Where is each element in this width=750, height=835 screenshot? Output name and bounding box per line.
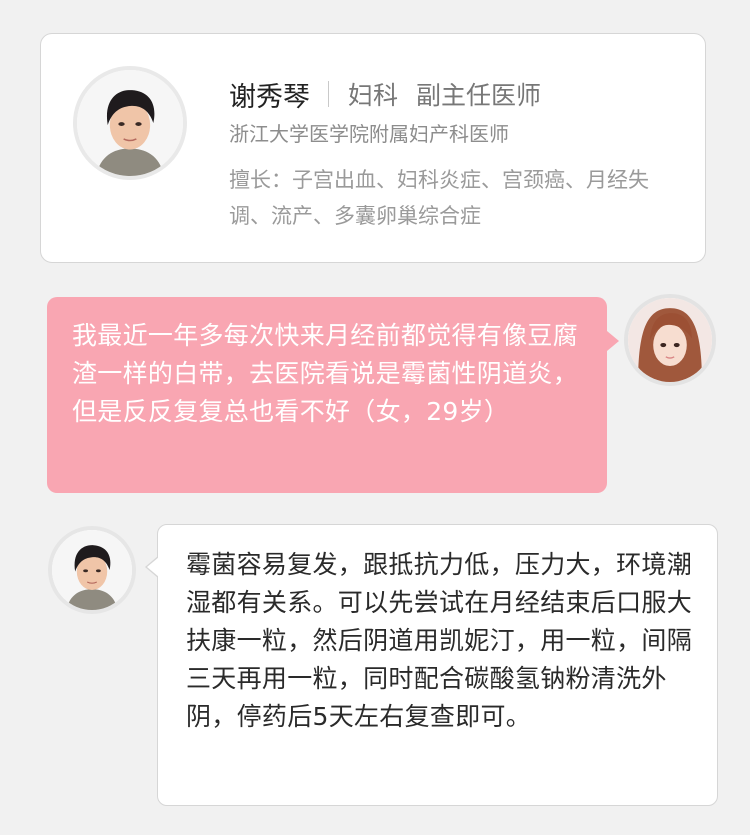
question-bubble: 我最近一年多每次快来月经前都觉得有像豆腐渣一样的白带，去医院看说是霉菌性阴道炎，…: [47, 297, 619, 493]
user-portrait-icon: [628, 298, 712, 382]
question-text: 我最近一年多每次快来月经前都觉得有像豆腐渣一样的白带，去医院看说是霉菌性阴道炎，…: [72, 321, 579, 426]
doctor-profile-card[interactable]: 谢秀琴 妇科 副主任医师 浙江大学医学院附属妇产科医师 擅长：子宫出血、妇科炎症…: [40, 33, 706, 263]
doctor-portrait-icon: [77, 70, 183, 176]
doctor-name: 谢秀琴: [229, 81, 310, 113]
doctor-header: 谢秀琴 妇科 副主任医师: [229, 74, 541, 114]
doctor-title: 副主任医师: [416, 81, 542, 110]
doctor-specialty: 擅长：子宫出血、妇科炎症、宫颈癌、月经失调、流产、多囊卵巢综合症: [229, 168, 649, 228]
answer-text: 霉菌容易复发，跟抵抗力低，压力大，环境潮湿都有关系。可以先尝试在月经结束后口服大…: [186, 550, 693, 731]
doctor-avatar[interactable]: [73, 66, 187, 180]
doctor-department: 妇科: [348, 81, 399, 110]
doctor-reply-avatar[interactable]: [48, 526, 136, 614]
doctor-portrait-icon: [52, 530, 132, 610]
name-divider: [328, 81, 329, 107]
answer-bubble: 霉菌容易复发，跟抵抗力低，压力大，环境潮湿都有关系。可以先尝试在月经结束后口服大…: [145, 524, 718, 806]
doctor-hospital: 浙江大学医学院附属妇产科医师: [229, 122, 509, 146]
user-avatar[interactable]: [624, 294, 716, 386]
